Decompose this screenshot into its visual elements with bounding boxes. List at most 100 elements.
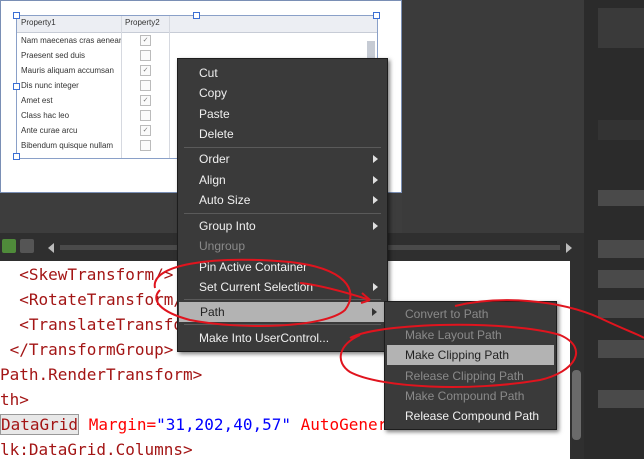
menu-item-label: Cut: [199, 66, 218, 80]
submenu-arrow-icon: [373, 155, 378, 163]
menu-item-label: Ungroup: [199, 239, 246, 253]
code-text: <SkewTransform/>: [0, 265, 174, 284]
panel-section: [598, 120, 644, 140]
menu-item-label: Release Clipping Path: [405, 369, 524, 383]
menu-item-label: Delete: [199, 127, 234, 141]
code-line: Path.RenderTransform>: [0, 365, 202, 384]
selection-handle[interactable]: [373, 12, 380, 19]
menu-separator: [184, 213, 381, 214]
menu-item-label: Make Layout Path: [405, 328, 502, 342]
menu-item-order[interactable]: Order: [178, 149, 387, 169]
properties-panel: [584, 0, 644, 459]
panel-field[interactable]: [598, 190, 644, 206]
cell-property1: Amet est: [21, 96, 53, 105]
cell-property1: Class hac leo: [21, 111, 70, 120]
code-text: <RotateTransform/>: [0, 290, 193, 309]
path-submenu: Convert to Path Make Layout Path Make Cl…: [384, 301, 557, 430]
submenu-arrow-icon: [373, 176, 378, 184]
menu-item-label: Paste: [199, 107, 230, 121]
menu-item-path[interactable]: Path: [179, 302, 386, 322]
menu-item-delete[interactable]: Delete: [178, 124, 387, 144]
menu-item-set-current-selection[interactable]: Set Current Selection: [178, 277, 387, 297]
menu-separator: [184, 299, 381, 300]
menu-item-label: Make Clipping Path: [405, 348, 510, 362]
code-line: <RotateTransform/>: [0, 290, 193, 309]
menu-item-label: Convert to Path: [405, 307, 489, 321]
menu-item-label: Release Compound Path: [405, 409, 540, 423]
menu-item-label: Make Compound Path: [405, 389, 525, 403]
code-text: DataGrid: [0, 414, 80, 435]
menu-item-label: Group Into: [199, 219, 256, 233]
scroll-left-icon[interactable]: [48, 243, 54, 253]
cell-property1: Praesent sed duis: [21, 51, 86, 60]
submenu-arrow-icon: [372, 308, 377, 316]
comment-icon[interactable]: [20, 239, 34, 253]
panel-header: [598, 8, 644, 48]
selection-handle[interactable]: [13, 12, 20, 19]
menu-item-label: Copy: [199, 86, 228, 100]
menu-item-ungroup: Ungroup: [178, 236, 387, 256]
menu-item-pin-active-container[interactable]: Pin Active Container: [178, 257, 387, 277]
panel-field[interactable]: [598, 300, 644, 318]
scroll-right-icon[interactable]: [566, 243, 572, 253]
menu-item-label: Pin Active Container: [199, 260, 308, 274]
selection-handle[interactable]: [193, 12, 200, 19]
code-attribute: Margin=: [79, 415, 157, 434]
cell-property1: Dis nunc integer: [21, 81, 79, 90]
column-header-property1[interactable]: Property1: [21, 18, 56, 27]
menu-item-label: Align: [199, 173, 226, 187]
row-checkbox[interactable]: [140, 50, 151, 61]
menu-item-label: Path: [200, 305, 225, 319]
row-checkbox[interactable]: [140, 80, 151, 91]
menu-item-cut[interactable]: Cut: [178, 63, 387, 83]
submenu-arrow-icon: [373, 196, 378, 204]
row-checkbox[interactable]: ✓: [140, 125, 151, 136]
panel-field[interactable]: [598, 340, 644, 358]
menu-item-paste[interactable]: Paste: [178, 104, 387, 124]
panel-field[interactable]: [598, 240, 644, 258]
menu-item-release-clipping-path: Release Clipping Path: [385, 366, 556, 386]
panel-field[interactable]: [598, 270, 644, 288]
menu-item-align[interactable]: Align: [178, 170, 387, 190]
menu-item-label: Order: [199, 152, 230, 166]
editor-scroll-thumb[interactable]: [572, 370, 581, 440]
menu-item-make-compound-path: Make Compound Path: [385, 386, 556, 406]
panel-field[interactable]: [598, 390, 644, 408]
menu-separator: [184, 324, 381, 325]
code-text: th>: [0, 390, 29, 409]
menu-item-auto-size[interactable]: Auto Size: [178, 190, 387, 210]
column-header-property2[interactable]: Property2: [125, 18, 160, 27]
menu-separator: [184, 147, 381, 148]
code-line: </TransformGroup>: [0, 340, 174, 359]
selection-handle[interactable]: [13, 83, 20, 90]
table-row[interactable]: Nam maecenas cras aenean ✓: [17, 33, 377, 48]
menu-item-group-into[interactable]: Group Into: [178, 216, 387, 236]
cell-property1: Ante curae arcu: [21, 126, 78, 135]
submenu-arrow-icon: [373, 283, 378, 291]
context-menu: Cut Copy Paste Delete Order Align Auto S…: [177, 58, 388, 352]
code-line: <SkewTransform/>: [0, 265, 173, 284]
menu-item-copy[interactable]: Copy: [178, 83, 387, 103]
menu-item-make-clipping-path[interactable]: Make Clipping Path: [387, 345, 554, 365]
cell-property1: Mauris aliquam accumsan: [21, 66, 114, 75]
submenu-arrow-icon: [373, 222, 378, 230]
menu-item-release-compound-path[interactable]: Release Compound Path: [385, 406, 556, 426]
menu-item-make-layout-path: Make Layout Path: [385, 325, 556, 345]
code-text: </TransformGroup>: [0, 340, 174, 359]
code-text: lk:DataGrid.Columns>: [0, 440, 193, 459]
code-line: th>: [0, 390, 29, 409]
code-text: Path.RenderTransform>: [0, 365, 203, 384]
design-view-icon[interactable]: [2, 239, 16, 253]
cell-property1: Bibendum quisque nullam: [21, 141, 114, 150]
code-line: lk:DataGrid.Columns>: [0, 440, 193, 459]
row-checkbox[interactable]: ✓: [140, 65, 151, 76]
selection-handle[interactable]: [13, 153, 20, 160]
menu-item-make-into-usercontrol[interactable]: Make Into UserControl...: [178, 328, 387, 348]
menu-item-label: Make Into UserControl...: [199, 331, 330, 345]
menu-item-convert-to-path: Convert to Path: [385, 304, 556, 324]
row-checkbox[interactable]: ✓: [140, 35, 151, 46]
row-checkbox[interactable]: [140, 140, 151, 151]
row-checkbox[interactable]: [140, 110, 151, 121]
menu-item-label: Auto Size: [199, 193, 251, 207]
row-checkbox[interactable]: ✓: [140, 95, 151, 106]
